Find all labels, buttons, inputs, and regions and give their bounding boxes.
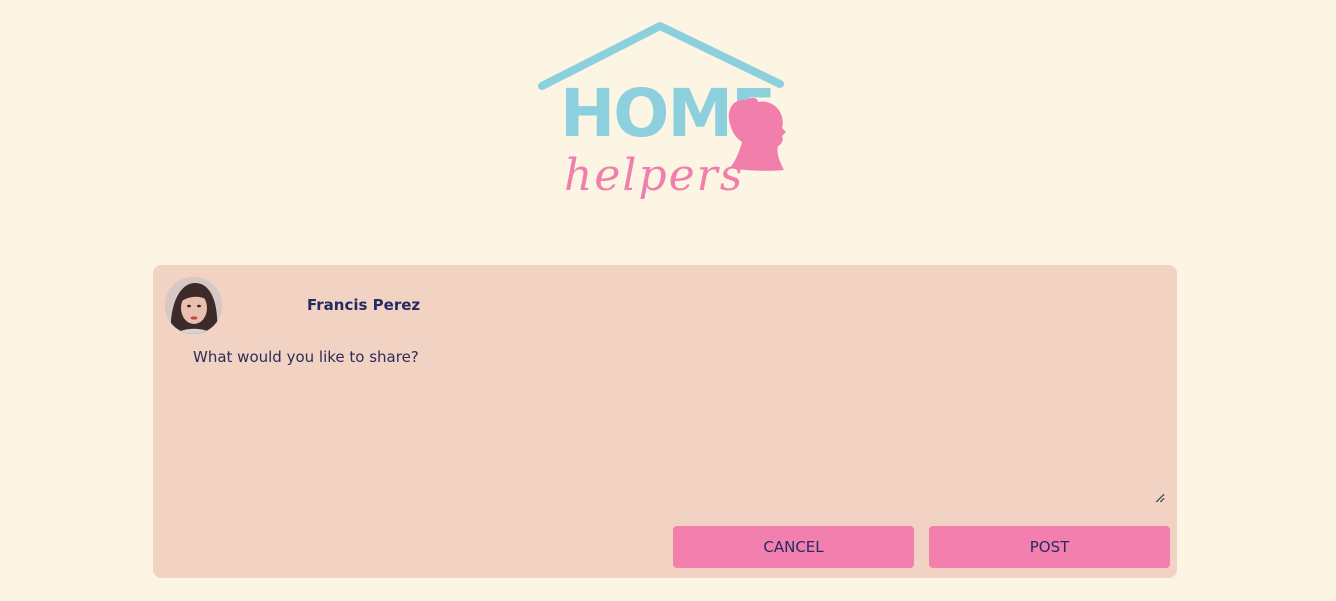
- post-button[interactable]: POST: [929, 526, 1170, 568]
- home-helpers-logo: HOME helpers: [536, 20, 790, 226]
- user-photo-icon: [165, 277, 222, 334]
- cancel-button[interactable]: CANCEL: [673, 526, 914, 568]
- user-name[interactable]: Francis Perez: [307, 296, 420, 314]
- post-composer-card: Francis Perez CANCEL POST: [153, 265, 1177, 578]
- avatar[interactable]: [165, 277, 222, 334]
- logo-helpers-text: helpers: [564, 150, 744, 201]
- resize-handle-icon[interactable]: [1155, 493, 1165, 503]
- post-text-input[interactable]: [185, 343, 1165, 503]
